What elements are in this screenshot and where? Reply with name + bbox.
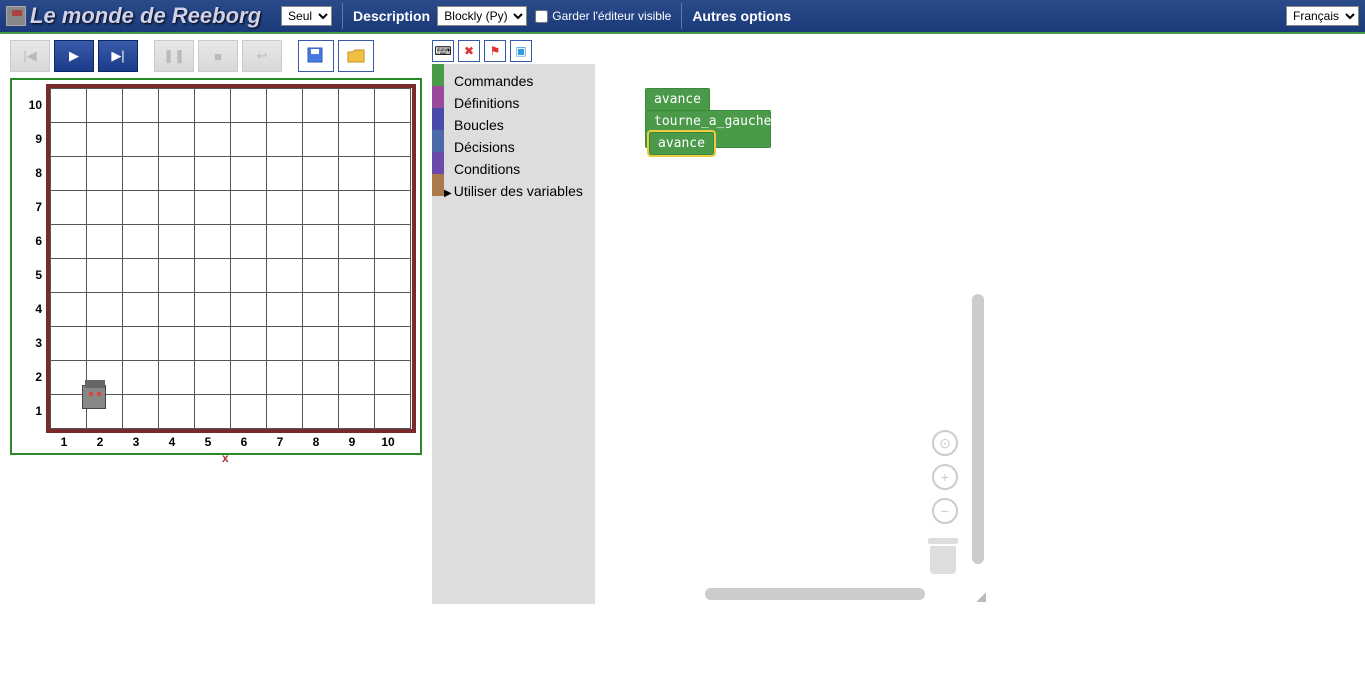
load-world-button[interactable] bbox=[338, 40, 374, 72]
toolbox-colors bbox=[432, 64, 444, 604]
workspace-controls: ⊙ + − bbox=[932, 430, 958, 524]
toolbox-cat-conditions[interactable]: Conditions bbox=[444, 158, 594, 180]
toolbox-cat-commandes[interactable]: Commandes bbox=[444, 70, 594, 92]
zoom-out-button[interactable]: − bbox=[932, 498, 958, 524]
image-icon[interactable]: ▣ bbox=[510, 40, 532, 62]
keyboard-icon[interactable]: ⌨ bbox=[432, 40, 454, 62]
x-axis-label: x bbox=[222, 451, 229, 465]
block-avance-2[interactable]: avance bbox=[649, 132, 714, 155]
save-world-button[interactable] bbox=[298, 40, 334, 72]
app-title: Le monde de Reeborg bbox=[6, 3, 261, 29]
keep-editor-checkbox[interactable] bbox=[535, 10, 548, 23]
app-title-text: Le monde de Reeborg bbox=[30, 3, 261, 29]
puzzle-icon[interactable]: ✖ bbox=[458, 40, 480, 62]
blockly-editor: Commandes Définitions Boucles Décisions … bbox=[432, 64, 988, 604]
toolbox-cat-decisions[interactable]: Décisions bbox=[444, 136, 594, 158]
toolbox-cat-variables[interactable]: Utiliser des variables bbox=[444, 180, 594, 202]
keep-editor-label: Garder l'éditeur visible bbox=[552, 9, 671, 23]
stop-button: ■ bbox=[198, 40, 238, 72]
block-avance-1[interactable]: avance bbox=[645, 88, 710, 111]
header: Le monde de Reeborg Seul Description Blo… bbox=[0, 0, 1365, 34]
play-button[interactable]: ▶ bbox=[54, 40, 94, 72]
mode-select[interactable]: Blockly (Py) bbox=[437, 6, 527, 26]
separator bbox=[342, 3, 343, 29]
world-grid bbox=[50, 88, 411, 429]
other-options-label[interactable]: Autres options bbox=[692, 8, 791, 24]
toolbox-cat-boucles[interactable]: Boucles bbox=[444, 114, 594, 136]
y-labels: 10987654321 bbox=[22, 88, 42, 428]
blockly-workspace[interactable]: avance tourne_a_gauche↻ avance ⊙ + − bbox=[594, 64, 988, 604]
world-select[interactable]: Seul bbox=[281, 6, 332, 26]
separator bbox=[681, 3, 682, 29]
trash-icon[interactable] bbox=[928, 538, 958, 574]
step-button[interactable]: ▶| bbox=[98, 40, 138, 72]
world-frame: y 10987654321 bbox=[10, 78, 422, 455]
toolbox: Commandes Définitions Boucles Décisions … bbox=[444, 64, 594, 604]
zoom-in-button[interactable]: + bbox=[932, 464, 958, 490]
x-labels: 12345678910 bbox=[46, 435, 416, 449]
robot-logo-icon bbox=[6, 6, 26, 26]
scrollbar-vertical[interactable] bbox=[972, 294, 984, 564]
robot-icon bbox=[82, 385, 106, 409]
description-label[interactable]: Description bbox=[353, 8, 430, 24]
editor-toolbar: ⌨ ✖ ⚑ ▣ bbox=[432, 40, 988, 64]
center-button[interactable]: ⊙ bbox=[932, 430, 958, 456]
run-toolbar: |◀ ▶ ▶| ❚❚ ■ ↩ bbox=[10, 40, 422, 72]
scrollbar-horizontal[interactable] bbox=[705, 588, 925, 600]
reverse-button: ↩ bbox=[242, 40, 282, 72]
language-select[interactable]: Français bbox=[1286, 6, 1359, 26]
pause-button: ❚❚ bbox=[154, 40, 194, 72]
flag-icon[interactable]: ⚑ bbox=[484, 40, 506, 62]
toolbox-cat-definitions[interactable]: Définitions bbox=[444, 92, 594, 114]
rewind-button: |◀ bbox=[10, 40, 50, 72]
resize-handle[interactable] bbox=[976, 592, 986, 602]
